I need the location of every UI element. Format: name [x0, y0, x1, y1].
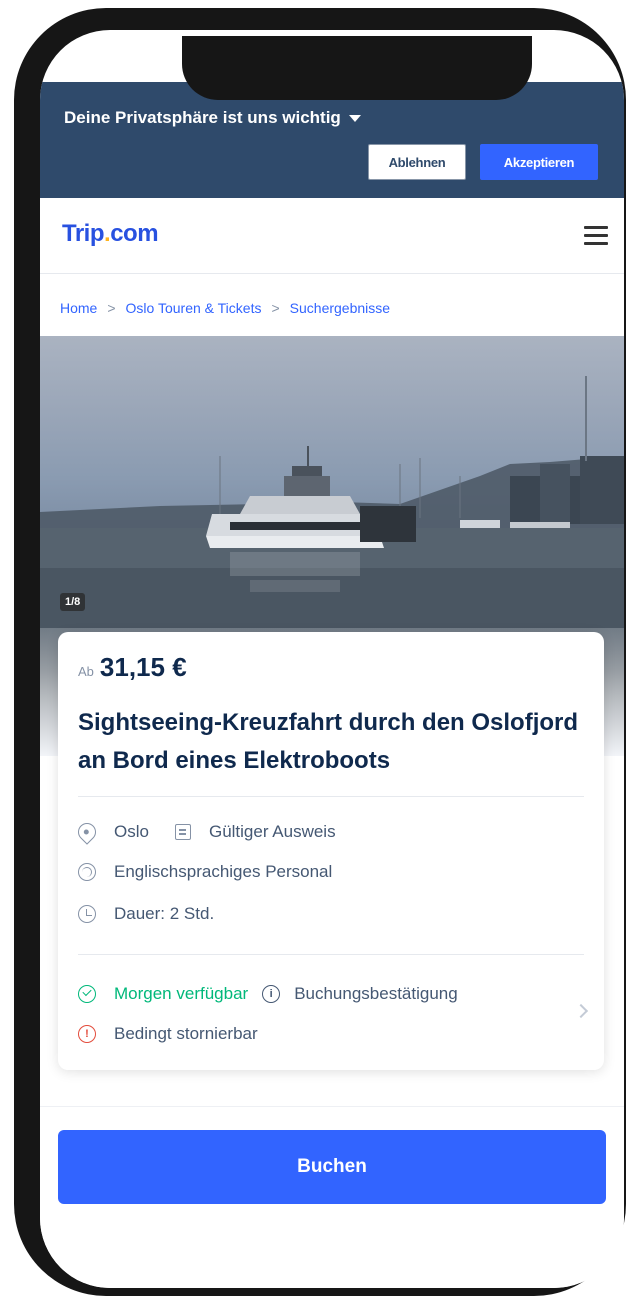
trip-logo[interactable]: Trip.com — [62, 220, 159, 248]
breadcrumb: Home > Oslo Touren & Tickets > Suchergebniss… — [60, 300, 390, 316]
price-row: Ab 31,15 € — [78, 652, 187, 683]
image-counter: 1/8 — [60, 593, 86, 611]
phone-screen: Deine Privatsphäre ist uns wichtig Ableh… — [40, 30, 624, 1288]
price-amount: 31,15 € — [99, 652, 187, 682]
info-row-availability[interactable]: Morgen verfügbar i Buchungsbestätigung — [78, 982, 458, 1006]
caret-down-icon — [348, 115, 361, 123]
accept-button[interactable]: Akzeptieren — [480, 144, 598, 180]
breadcrumb-search-results[interactable]: Suchergebnisse — [290, 300, 390, 316]
clock-icon — [78, 905, 96, 923]
availability-text: Morgen verfügbar — [114, 984, 249, 1003]
price-prefix: Ab — [78, 664, 94, 679]
phone-frame: Deine Privatsphäre ist uns wichtig Ableh… — [14, 8, 626, 1296]
location-pin-icon — [74, 819, 100, 845]
location-text: Oslo — [114, 822, 149, 841]
phone-notch — [182, 36, 532, 100]
info-row-duration: Dauer: 2 Std. — [78, 902, 214, 926]
breadcrumb-separator: > — [107, 300, 116, 316]
product-title: Sightseeing-Kreuzfahrt durch den Oslofjo… — [78, 709, 579, 774]
info-row-cancellation[interactable]: ! Bedingt stornierbar — [78, 1022, 258, 1046]
breadcrumb-separator: > — [271, 300, 280, 316]
warning-icon: ! — [78, 1025, 96, 1043]
language-text: Englischsprachiges Personal — [114, 862, 333, 881]
info-row-language: Englischsprachiges Personal — [78, 860, 332, 884]
breadcrumb-home[interactable]: Home — [60, 300, 97, 316]
cancellation-text: Bedingt stornierbar — [114, 1024, 258, 1043]
divider — [78, 796, 584, 797]
logo-com-text: com — [110, 220, 159, 247]
check-circle-icon — [78, 985, 96, 1003]
document-icon — [174, 824, 191, 840]
divider — [78, 954, 584, 955]
logo-trip-text: Trip — [62, 220, 105, 247]
chevron-right-icon[interactable] — [573, 1003, 589, 1019]
duration-text: Dauer: 2 Std. — [114, 904, 215, 923]
privacy-title-text: Deine Privatsphäre ist uns wichtig — [64, 108, 341, 127]
privacy-title[interactable]: Deine Privatsphäre ist uns wichtig — [64, 108, 361, 128]
info-icon: i — [262, 985, 281, 1003]
breadcrumb-oslo-tours[interactable]: Oslo Touren & Tickets — [126, 300, 262, 316]
book-button[interactable]: Buchen — [58, 1130, 606, 1204]
language-icon — [78, 863, 96, 881]
decline-button[interactable]: Ablehnen — [368, 144, 466, 180]
confirmation-text: Buchungsbestätigung — [294, 984, 458, 1003]
hamburger-menu-icon[interactable] — [584, 226, 608, 246]
document-text: Gültiger Ausweis — [208, 822, 336, 841]
info-row-location: Oslo Gültiger Ausweis — [74, 819, 336, 845]
product-card: Ab 31,15 € Sightseeing-Kreuzfahrt durch d… — [58, 632, 604, 1070]
site-header: Trip.com — [40, 198, 624, 274]
